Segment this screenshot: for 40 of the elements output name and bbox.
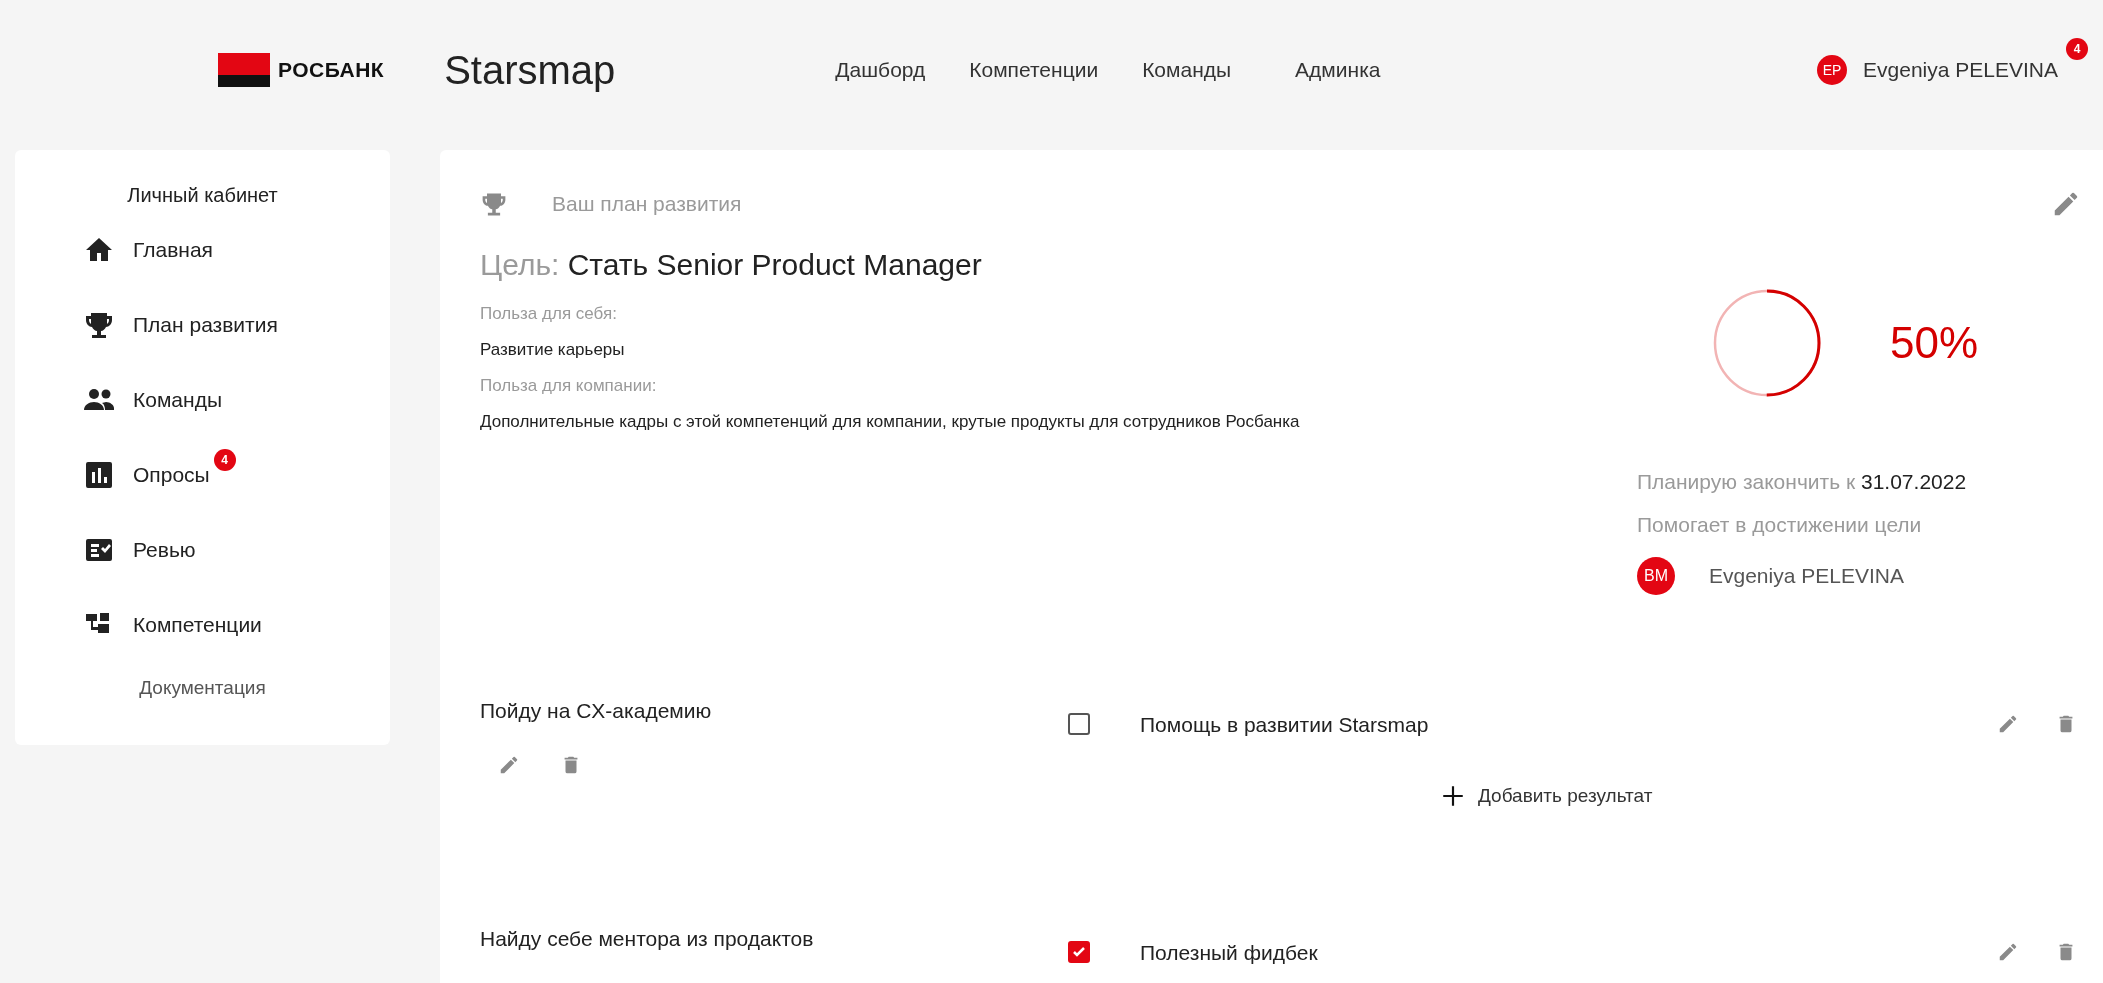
add-result-button[interactable]: Добавить результат (1440, 782, 1653, 811)
nav-link[interactable]: Админка (1295, 54, 1381, 86)
logo-text: РОСБАНК (278, 57, 385, 84)
nav-link[interactable]: Команды (1142, 54, 1232, 86)
edit-icon[interactable] (498, 754, 520, 776)
logo-icon (218, 53, 270, 87)
notification-badge: 4 (213, 448, 236, 471)
sidebar-item[interactable]: Опросы (133, 462, 210, 486)
sidebar-item[interactable]: Компетенции (133, 612, 262, 636)
helper-name: Evgeniya PELEVINA (1709, 562, 1904, 589)
nav-link[interactable]: Компетенции (969, 54, 1099, 86)
goal-title: Стать Senior Product Manager (567, 247, 982, 281)
task-title: Пойду на CX-академию (480, 698, 712, 722)
benefit-text: Дополнительные кадры с этой компетенций для компании, крутые продукты для сотрудников Росбанка (480, 411, 1300, 431)
checkbox[interactable] (1068, 941, 1090, 964)
task-title: Найду себе ментора из продактов (480, 926, 814, 950)
sidebar-item[interactable]: Ревью (133, 537, 196, 561)
checkbox[interactable] (1068, 713, 1090, 736)
result-title: Полезный фидбек (1140, 939, 1318, 966)
user-name[interactable]: Evgeniya PELEVINA (1863, 54, 2058, 86)
helper-avatar: BM (1637, 556, 1675, 595)
benefit-label: Польза для себя: (480, 303, 617, 323)
helper-label: Помогает в достижении цели (1637, 513, 1922, 536)
documentation-link[interactable]: Документация (139, 677, 266, 698)
benefit-text: Развитие карьеры (480, 339, 625, 359)
finish-date: 31.07.2022 (1861, 469, 1967, 493)
finish-label: Планирую закончить к (1637, 469, 1856, 493)
user-avatar[interactable]: EP (1817, 55, 1848, 85)
result-title: Помощь в развитии Starsmap (1140, 711, 1429, 738)
app-title: Starsmap (444, 47, 616, 94)
notification-badge: 4 (2066, 38, 2088, 61)
sidebar-item[interactable]: Команды (133, 387, 222, 411)
section-title: Ваш план развития (552, 191, 742, 217)
sidebar-title: Личный кабинет (127, 184, 278, 206)
progress-percent: 50% (1890, 316, 1979, 369)
sidebar-item[interactable]: Главная (133, 237, 213, 261)
benefit-label: Польза для компании: (480, 375, 657, 395)
nav-link[interactable]: Дашборд (835, 54, 926, 86)
sidebar-item[interactable]: План развития (133, 312, 278, 336)
goal-label: Цель: (480, 247, 560, 281)
